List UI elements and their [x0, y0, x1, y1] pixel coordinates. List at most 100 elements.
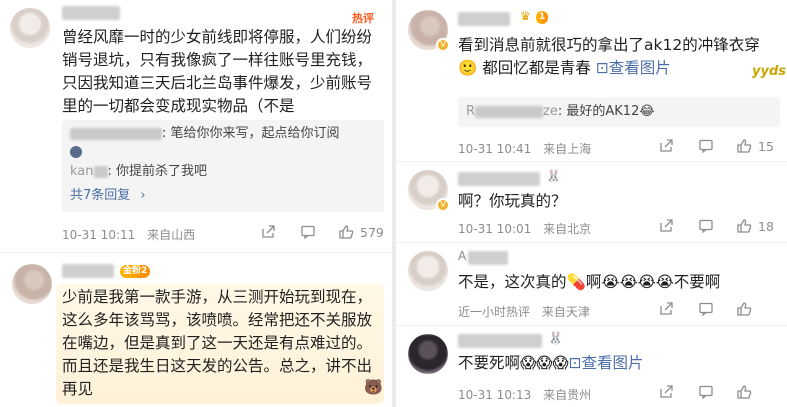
avatar[interactable]: [408, 251, 448, 291]
comment-icon: [300, 224, 316, 240]
username-blurred[interactable]: [62, 6, 120, 20]
more-replies-link[interactable]: 共7条回复 ›: [70, 186, 146, 206]
like-count: 15: [758, 138, 774, 154]
reply-emoji-line: [70, 142, 82, 162]
like-button[interactable]: 15: [736, 138, 774, 154]
comment-text-suffix: 啊: [585, 273, 602, 291]
comment-icon: [698, 301, 714, 317]
username-blurred[interactable]: [458, 334, 542, 348]
view-image-link[interactable]: ⊡查看图片: [569, 354, 644, 372]
reply-avatar-icon: [70, 145, 82, 158]
pill-emoji-icon: 💊: [566, 273, 586, 291]
comment-button[interactable]: [698, 218, 714, 234]
comment-item: A 不是，这次真的💊啊😭😭😭😭不要啊 近一小时热评 来自天津: [396, 243, 787, 325]
reply-author-blurred[interactable]: [93, 165, 108, 178]
comment-text-end: 不要啊: [673, 273, 721, 291]
crying-emoji-icon: 😱😱😱: [520, 354, 569, 372]
like-count: 579: [360, 224, 384, 240]
reply-text: : 你提前杀了我吧: [107, 164, 208, 179]
image-icon: ⊡: [568, 354, 582, 372]
image-icon: ⊡: [595, 59, 609, 77]
left-comment-column: 热评 曾经风靡一时的少女前线即将停服，人们纷纷销号退坑，只有我像疯了一样往账号里…: [0, 0, 392, 407]
like-icon: [736, 384, 752, 400]
crying-emoji-icon: 😭😭😭😭: [601, 273, 674, 291]
view-image-label[interactable]: 查看图片: [609, 59, 671, 77]
reply-author[interactable]: ze: [543, 104, 558, 119]
comment-meta: 10-31 10:11 来自山西: [62, 226, 195, 243]
reply-line: Rze: 最好的AK12😂: [466, 102, 655, 122]
username-blurred[interactable]: [458, 172, 540, 186]
comment-location: 来自天津: [541, 305, 590, 319]
username-blurred[interactable]: [458, 12, 510, 26]
comment-item: 🐰 不要死啊😱😱😱⊡查看图片 10-31 10:13 来自贵州: [396, 326, 787, 407]
share-button[interactable]: [658, 301, 674, 317]
like-icon: [736, 138, 752, 154]
avatar[interactable]: [10, 8, 50, 48]
comment-time: 近一小时热评: [458, 305, 531, 319]
comment-item: V 🐰 啊？你玩真的？ 10-31 10:01 来自北京 18: [396, 162, 787, 242]
comment-button[interactable]: [698, 384, 714, 400]
like-button[interactable]: 18: [736, 218, 774, 234]
reply-author-blurred[interactable]: [475, 105, 544, 118]
username-prefix[interactable]: A: [458, 249, 466, 263]
share-icon: [658, 138, 674, 154]
avatar[interactable]: [408, 334, 448, 374]
yyds-sticker: yyds: [752, 64, 786, 79]
comment-icon: [698, 138, 714, 154]
comment-text-main: 看到消息前就很巧的拿出了ak12的冲锋衣穿: [458, 36, 760, 54]
fan-level-badge: 金粉2: [120, 265, 151, 278]
view-image-link[interactable]: ⊡查看图片: [596, 59, 671, 77]
comment-text: 啊？你玩真的？: [458, 192, 567, 210]
reply-author[interactable]: kan: [70, 164, 94, 179]
comment-location: 来自山西: [147, 228, 196, 242]
share-button[interactable]: [658, 138, 674, 154]
comment-time: 10-31 10:41: [458, 142, 532, 156]
comment-text: 少前是我第一款手游，从三测开始玩到现在，这么多年该骂骂，该喷喷。经常把还不关服放…: [56, 284, 384, 404]
like-button[interactable]: [736, 301, 752, 317]
comment-button[interactable]: [698, 301, 714, 317]
comment-meta: 10-31 10:13 来自贵州: [458, 386, 591, 403]
comment-location: 来自贵州: [543, 388, 592, 402]
share-button[interactable]: [658, 218, 674, 234]
comment-item: 金粉2 少前是我第一款手游，从三测开始玩到现在，这么多年该骂骂，该喷喷。经常把还…: [0, 254, 392, 407]
more-replies-label[interactable]: 共7条回复: [70, 188, 130, 203]
like-button[interactable]: 579: [338, 224, 384, 240]
comment-button[interactable]: [300, 224, 316, 240]
chevron-right-icon: ›: [140, 188, 146, 203]
comment-icon: [698, 384, 714, 400]
share-icon: [658, 218, 674, 234]
verified-badge-icon: V: [436, 198, 450, 212]
view-image-label[interactable]: 查看图片: [582, 354, 644, 372]
divider: [0, 252, 392, 253]
comment-text: 看到消息前就很巧的拿出了ak12的冲锋衣穿 🙂 都回忆都是青春 ⊡查看图片: [458, 34, 780, 80]
comment-location: 来自上海: [543, 142, 592, 156]
comment-time: 10-31 10:11: [62, 228, 136, 242]
comment-icon: [698, 218, 714, 234]
share-button[interactable]: [658, 384, 674, 400]
share-icon: [658, 384, 674, 400]
reply-line: kan : 你提前杀了我吧: [70, 162, 207, 182]
like-button[interactable]: [736, 384, 752, 400]
reply-box[interactable]: : 笔给你你来写，起点给你订阅 kan: 你提前杀了我吧 共7条回复 ›: [62, 120, 384, 212]
username-blurred[interactable]: [468, 251, 508, 265]
username-blurred[interactable]: [62, 264, 114, 278]
like-icon: [338, 224, 354, 240]
reply-author[interactable]: R: [466, 104, 475, 119]
comment-text-main: 不要死啊: [458, 354, 521, 372]
fan-level-badge: 1: [536, 11, 549, 24]
comment-text: 不是，这次真的💊啊😭😭😭😭不要啊: [458, 271, 720, 294]
reply-author-blurred[interactable]: [70, 127, 162, 140]
reply-box[interactable]: Rze: 最好的AK12😂: [458, 97, 780, 127]
share-icon: [658, 301, 674, 317]
verified-badge-icon: V: [436, 38, 450, 52]
smile-emoji-icon: 🙂: [458, 59, 478, 77]
comment-button[interactable]: [698, 138, 714, 154]
comment-text-second: 都回忆都是青春: [482, 59, 591, 77]
avatar[interactable]: [12, 264, 52, 304]
comment-text: 曾经风靡一时的少女前线即将停服，人们纷纷销号退坑，只有我像疯了一样往账号里充钱，…: [62, 28, 373, 115]
share-button[interactable]: [260, 224, 276, 240]
like-count: 18: [758, 218, 774, 234]
rabbit-badge-icon: 🐰: [548, 331, 563, 345]
comment-item: V ♛ 1 看到消息前就很巧的拿出了ak12的冲锋衣穿 🙂 都回忆都是青春 ⊡查…: [396, 0, 787, 160]
like-icon: [736, 301, 752, 317]
